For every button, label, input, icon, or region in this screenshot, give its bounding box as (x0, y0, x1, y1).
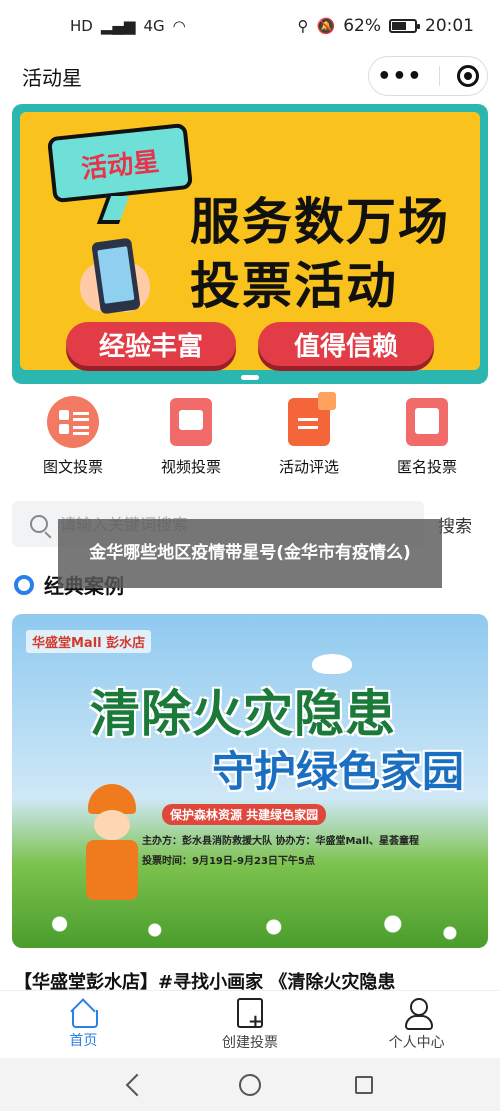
banner-dot (241, 375, 259, 380)
video-vote-icon (163, 396, 219, 448)
search-button[interactable]: 搜索 (438, 512, 472, 537)
create-vote-icon (236, 997, 263, 1032)
category-video-vote[interactable]: 视频投票 (136, 396, 246, 478)
search-icon (30, 515, 48, 533)
page-title: 活动星 (22, 65, 82, 90)
image-text-vote-icon (45, 396, 101, 448)
tab-label: 首页 (69, 1032, 98, 1049)
battery-percent: 62% (343, 16, 381, 36)
case-headline-1: 清除火灾隐患 (90, 685, 396, 743)
banner-headline-2: 投票活动 (190, 257, 398, 315)
promo-banner[interactable]: 活动星 服务数万场 投票活动 经验丰富 值得信赖 (12, 104, 488, 384)
tab-bar: 首页 创建投票 个人中心 (0, 990, 500, 1058)
flowers-decoration (12, 888, 488, 948)
close-target-icon[interactable] (456, 65, 479, 87)
tab-label: 创建投票 (221, 1034, 278, 1051)
app-header: 活动星 ••• (0, 52, 500, 100)
network-label: 4G (143, 16, 165, 35)
battery-fill (392, 22, 406, 30)
anonymous-vote-icon (399, 396, 455, 448)
case-headline-2: 守护绿色家园 (212, 747, 465, 796)
tab-label: 个人中心 (388, 1034, 445, 1051)
wifi-icon: ◠ (172, 16, 186, 35)
banner-badge: 活动星 (46, 122, 194, 204)
banner-badge-tail (96, 196, 130, 224)
status-right: ⚲ 🔕 62% 20:01 (298, 16, 474, 36)
clock: 20:01 (425, 16, 474, 36)
system-nav-bar (0, 1058, 500, 1111)
category-label: 图文投票 (42, 458, 103, 476)
home-circle-icon[interactable] (239, 1073, 261, 1096)
category-activity-selection[interactable]: 活动评选 (254, 392, 364, 478)
case-logo: 华盛堂Mall 彭水店 (26, 630, 152, 653)
category-anonymous-vote[interactable]: 匿名投票 (372, 396, 482, 478)
case-card-image[interactable]: 华盛堂Mall 彭水店 清除火灾隐患 守护绿色家园 保护森林资源 共建绿色家园 … (12, 614, 488, 948)
tab-home[interactable]: 首页 (13, 1000, 153, 1050)
banner-headline-1: 服务数万场 (190, 193, 450, 251)
category-image-text-vote[interactable]: 图文投票 (18, 396, 128, 478)
case-tagline: 保护森林资源 共建绿色家园 (162, 804, 327, 825)
activity-selection-icon (281, 392, 337, 448)
user-icon (403, 997, 433, 1030)
dove-illustration (312, 654, 352, 674)
screen: HD ▂▄▆ 4G ◠ ⚲ 🔕 62% 20:01 活动星 ••• 活动星 服务… (0, 0, 500, 1111)
mute-icon: 🔕 (316, 16, 336, 35)
hd-icon: HD (70, 16, 93, 35)
overlay-caption: 金华哪些地区疫情带星号(金华市有疫情么) (58, 519, 442, 588)
capsule-divider (439, 66, 441, 86)
status-left: HD ▂▄▆ 4G ◠ (70, 16, 186, 35)
back-icon[interactable] (127, 1075, 145, 1095)
phone-illustration (91, 237, 141, 315)
banner-pill-left: 经验丰富 (66, 322, 236, 366)
location-icon: ⚲ (297, 16, 309, 35)
banner-panel: 活动星 服务数万场 投票活动 经验丰富 值得信赖 (20, 112, 480, 370)
banner-pill-right: 值得信赖 (258, 322, 434, 366)
category-label: 匿名投票 (396, 458, 457, 476)
case-time-line: 投票时间：9月19日-9月23日下午5点 (142, 856, 315, 867)
mini-program-capsule: ••• (368, 56, 488, 96)
tab-create-vote[interactable]: 创建投票 (180, 997, 320, 1052)
banner-pagination (241, 375, 259, 380)
more-button[interactable]: ••• (377, 64, 422, 89)
banner-badge-text: 活动星 (79, 146, 161, 185)
ring-icon (14, 574, 34, 595)
category-label: 视频投票 (160, 458, 221, 476)
category-grid: 图文投票 视频投票 活动评选 匿名投票 (0, 392, 500, 478)
signal-icon: ▂▄▆ (100, 16, 136, 35)
battery-icon (389, 19, 420, 33)
recent-apps-icon[interactable] (355, 1075, 373, 1094)
tab-profile[interactable]: 个人中心 (347, 997, 487, 1052)
case-organizer-line: 主办方：彭水县消防救援大队 协办方：华盛堂Mall、星荟童程 (142, 836, 420, 847)
home-icon (69, 1000, 99, 1028)
status-bar: HD ▂▄▆ 4G ◠ ⚲ 🔕 62% 20:01 (0, 0, 500, 52)
category-label: 活动评选 (278, 458, 339, 476)
